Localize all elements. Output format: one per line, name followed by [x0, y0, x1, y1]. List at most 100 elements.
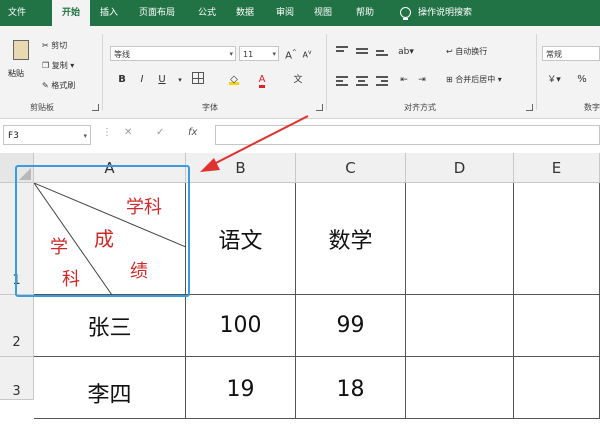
grow-font-label: A	[285, 50, 292, 62]
column-header-b[interactable]: B	[186, 153, 296, 183]
underline-dropdown[interactable]: ▾	[172, 72, 188, 88]
separator	[326, 34, 327, 110]
clipboard-group-label: 剪贴板	[30, 103, 54, 112]
currency-button[interactable]: ￥▾	[546, 72, 562, 88]
grow-font-button[interactable]: A^	[283, 45, 299, 61]
lightbulb-icon	[400, 7, 411, 20]
copy-icon: ❐	[42, 61, 50, 70]
chevron-down-icon: ▾	[83, 132, 87, 140]
borders-button[interactable]	[190, 72, 206, 88]
phonetic-button[interactable]: 文	[290, 72, 306, 88]
fill-color-button[interactable]: ◇	[226, 72, 242, 88]
cell-b1[interactable]: 语文	[186, 183, 296, 295]
cell-e3[interactable]	[514, 357, 600, 419]
cell-d2[interactable]	[406, 295, 514, 357]
border-grid-icon	[192, 72, 204, 84]
merge-icon: ⊞	[446, 75, 453, 84]
formula-input[interactable]	[215, 125, 600, 145]
cell-c1[interactable]: 数学	[296, 183, 406, 295]
cell-a3[interactable]: 李四	[34, 357, 186, 419]
tab-formulas[interactable]: 公式	[190, 0, 224, 26]
shrink-font-button[interactable]: Av	[299, 45, 315, 61]
font-size-value: 11	[243, 50, 254, 59]
increase-indent-icon[interactable]: ⇥	[414, 72, 430, 88]
cut-button[interactable]: ✂ 剪切	[42, 40, 67, 51]
row-header-3[interactable]: 3	[0, 357, 34, 400]
italic-button[interactable]: I	[134, 72, 150, 88]
paint-bucket-icon: ◇	[229, 74, 239, 85]
orientation-button[interactable]: ab▾	[398, 44, 414, 60]
cell-d3[interactable]	[406, 357, 514, 419]
tab-review[interactable]: 审阅	[268, 0, 302, 26]
align-left-icon[interactable]	[336, 74, 348, 88]
font-color-icon: A	[258, 74, 266, 88]
decrease-indent-icon[interactable]: ⇤	[396, 72, 412, 88]
alignment-launcher[interactable]	[526, 104, 533, 111]
tab-view[interactable]: 视图	[306, 0, 340, 26]
ribbon-home: 粘贴 ✂ 剪切 ❐ 复制 ▾ ✎ 格式刷 剪贴板 等线 ▾ 11 ▾ A^ Av B…	[0, 26, 600, 119]
underline-button[interactable]: U	[154, 72, 170, 88]
tab-file[interactable]: 文件	[0, 0, 34, 26]
align-right-icon[interactable]	[376, 74, 388, 88]
enter-icon[interactable]: ✓	[156, 127, 164, 138]
copy-button[interactable]: ❐ 复制 ▾	[42, 60, 74, 71]
copy-label: 复制	[51, 61, 68, 70]
selection-highlight-box	[15, 165, 190, 297]
font-name-select[interactable]: 等线 ▾	[110, 46, 236, 61]
tab-help[interactable]: 帮助	[348, 0, 382, 26]
wrap-text-label: 自动换行	[455, 47, 488, 56]
name-box-value: F3	[8, 131, 19, 141]
merge-center-button[interactable]: ⊞ 合并后居中 ▾	[446, 74, 502, 85]
tab-data[interactable]: 数据	[228, 0, 262, 26]
paste-button[interactable]: 粘贴	[8, 40, 34, 80]
clipboard-icon	[13, 40, 29, 60]
more-dots-icon: ⋮	[102, 127, 112, 138]
font-launcher[interactable]	[316, 104, 323, 111]
column-header-d[interactable]: D	[406, 153, 514, 183]
align-top-icon[interactable]	[336, 44, 348, 54]
ribbon-tab-bar: 文件 开始 插入 页面布局 公式 数据 审阅 视图 帮助 操作说明搜索	[0, 0, 600, 26]
cell-e2[interactable]	[514, 295, 600, 357]
cell-b2[interactable]: 100	[186, 295, 296, 357]
number-format-select[interactable]: 常规	[542, 46, 600, 61]
tab-home[interactable]: 开始	[52, 0, 90, 26]
row-header-2[interactable]: 2	[0, 295, 34, 357]
align-bottom-icon[interactable]	[376, 48, 388, 58]
column-header-c[interactable]: C	[296, 153, 406, 183]
number-format-value: 常规	[546, 50, 562, 59]
alignment-group-label: 对齐方式	[404, 103, 436, 112]
font-name-value: 等线	[114, 50, 130, 59]
tab-page-layout[interactable]: 页面布局	[132, 0, 182, 26]
brush-icon: ✎	[42, 81, 49, 90]
paste-label: 粘贴	[8, 69, 24, 78]
format-painter-button[interactable]: ✎ 格式刷	[42, 80, 75, 91]
tell-me-search[interactable]: 操作说明搜索	[418, 0, 472, 26]
cell-c2[interactable]: 99	[296, 295, 406, 357]
insert-function-icon[interactable]: fx	[188, 127, 197, 138]
cell-d1[interactable]	[406, 183, 514, 295]
cell-a2[interactable]: 张三	[34, 295, 186, 357]
number-group-label: 数字	[584, 103, 600, 112]
separator	[102, 34, 103, 110]
clipboard-launcher[interactable]	[92, 104, 99, 111]
name-box[interactable]: F3 ▾	[3, 125, 91, 145]
font-group-label: 字体	[202, 103, 218, 112]
align-middle-icon[interactable]	[356, 46, 368, 56]
align-center-icon[interactable]	[356, 74, 368, 88]
cancel-icon[interactable]: ✕	[124, 127, 132, 138]
format-painter-label: 格式刷	[51, 81, 76, 90]
separator	[536, 34, 537, 110]
tab-insert[interactable]: 插入	[92, 0, 126, 26]
merge-center-label: 合并后居中	[455, 75, 496, 84]
cell-b3[interactable]: 19	[186, 357, 296, 419]
phonetic-label: 文	[293, 75, 303, 85]
wrap-icon: ↩	[446, 47, 453, 56]
bold-button[interactable]: B	[114, 72, 130, 88]
cell-e1[interactable]	[514, 183, 600, 295]
percent-button[interactable]: %	[574, 72, 590, 88]
font-color-button[interactable]: A	[254, 72, 270, 88]
font-size-select[interactable]: 11 ▾	[239, 46, 279, 61]
column-header-e[interactable]: E	[514, 153, 600, 183]
cell-c3[interactable]: 18	[296, 357, 406, 419]
wrap-text-button[interactable]: ↩ 自动换行	[446, 46, 487, 57]
